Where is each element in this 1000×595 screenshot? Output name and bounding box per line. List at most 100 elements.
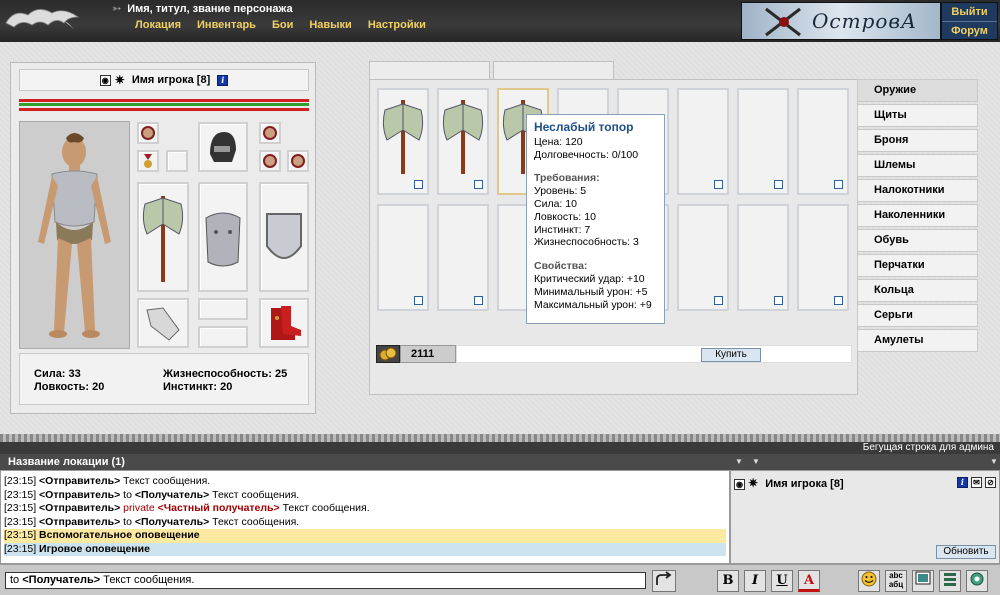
slot-shield[interactable] [259, 182, 309, 292]
list-icon[interactable] [939, 570, 961, 592]
sender[interactable]: <Отправитель> [39, 489, 120, 501]
bold-button[interactable]: B [717, 570, 739, 592]
input-to-word: to [10, 574, 23, 586]
slot-boots[interactable] [259, 298, 309, 348]
shop-tab-2[interactable] [493, 61, 614, 79]
category-weapons[interactable]: Оружие [857, 79, 978, 102]
input-receiver: <Получатель> [22, 574, 101, 586]
slot-ring-1[interactable] [137, 122, 159, 144]
mp-bar [19, 103, 309, 106]
info-icon[interactable]: i [217, 74, 229, 86]
select-checkbox[interactable] [474, 180, 483, 189]
eye-icon[interactable]: ◉ [99, 74, 111, 86]
info-icon[interactable]: i [956, 477, 968, 488]
character-title-text: Имя, титул, звание персонажа [127, 3, 293, 15]
select-checkbox[interactable] [714, 180, 723, 189]
nav-settings[interactable]: Настройки [368, 19, 426, 31]
nav-skills[interactable]: Навыки [309, 19, 352, 31]
settings-gear-icon[interactable] [966, 570, 988, 592]
slot-ring-2[interactable] [259, 122, 281, 144]
window-icon[interactable] [912, 570, 934, 592]
category-boots[interactable]: Обувь [857, 229, 978, 252]
chevron-down-icon[interactable]: ▼ [752, 457, 760, 466]
gloves-icon [146, 307, 180, 341]
select-checkbox[interactable] [774, 180, 783, 189]
sender[interactable]: <Отправитель> [39, 516, 120, 528]
category-armor[interactable]: Броня [857, 129, 978, 152]
nav-battles[interactable]: Бои [272, 19, 293, 31]
chevron-down-icon[interactable]: ▼ [990, 457, 998, 466]
underline-button[interactable]: U [771, 570, 793, 592]
sender[interactable]: <Отправитель> [39, 502, 120, 514]
select-checkbox[interactable] [474, 296, 483, 305]
tooltip-prop-max: Максимальный урон: +9 [534, 298, 652, 311]
category-gloves[interactable]: Перчатки [857, 254, 978, 277]
chat-input[interactable]: to <Получатель> Текст сообщения. [5, 572, 646, 589]
timestamp: [23:15] [4, 502, 37, 514]
slot-ring-4[interactable] [287, 150, 309, 172]
select-checkbox[interactable] [774, 296, 783, 305]
sender[interactable]: <Отправитель> [39, 475, 120, 487]
ignore-icon[interactable]: ⊘ [985, 477, 996, 488]
item-slot[interactable] [737, 204, 789, 311]
slot-helmet[interactable] [198, 122, 248, 172]
slot-gloves[interactable] [137, 298, 189, 348]
category-rings[interactable]: Кольца [857, 279, 978, 302]
item-slot[interactable] [377, 88, 429, 195]
select-checkbox[interactable] [834, 296, 843, 305]
color-button[interactable]: A [798, 570, 820, 592]
receiver[interactable]: <Получатель> [135, 516, 209, 528]
chevron-down-icon[interactable]: ▼ [735, 457, 743, 466]
smiley-icon[interactable] [858, 570, 880, 592]
slot-belt[interactable] [198, 298, 248, 320]
category-earrings[interactable]: Серьги [857, 304, 978, 327]
game-logo[interactable]: ОстровА [741, 2, 941, 40]
slot-empty-small[interactable] [166, 150, 188, 172]
location-bar: Название локации (1) [0, 454, 730, 470]
select-checkbox[interactable] [414, 296, 423, 305]
item-slot[interactable] [797, 204, 849, 311]
stat-instinct: Инстинкт: 20 [163, 381, 233, 393]
item-slot[interactable] [797, 88, 849, 195]
private-receiver[interactable]: <Частный получатель> [158, 502, 280, 514]
slot-ring-3[interactable] [259, 150, 281, 172]
translit-icon[interactable]: abc абц [885, 570, 907, 592]
input-text: Текст сообщения. [100, 574, 195, 586]
item-slot[interactable] [677, 88, 729, 195]
dragon-logo-icon [5, 9, 80, 29]
item-slot[interactable] [377, 204, 429, 311]
axe-icon [442, 100, 484, 174]
category-shields[interactable]: Щиты [857, 104, 978, 127]
private-chat-icon[interactable]: ✉ [970, 477, 982, 488]
category-amulets[interactable]: Амулеты [857, 329, 978, 352]
exit-link[interactable]: Выйти [942, 3, 997, 21]
item-slot[interactable] [737, 88, 789, 195]
shop-tab-1[interactable] [369, 61, 490, 79]
item-slot[interactable] [437, 204, 489, 311]
category-elbow-guards[interactable]: Налокотники [857, 179, 978, 202]
select-checkbox[interactable] [714, 296, 723, 305]
slot-armor[interactable] [198, 182, 248, 292]
item-slot[interactable] [437, 88, 489, 195]
item-slot[interactable] [677, 204, 729, 311]
tooltip-prop-crit: Критический удар: +10 [534, 272, 645, 285]
chat-divider[interactable] [0, 434, 1000, 442]
italic-button[interactable]: I [744, 570, 766, 592]
refresh-button[interactable]: Обновить [936, 545, 996, 559]
slot-pants[interactable] [198, 326, 248, 348]
user-list-item[interactable]: ◉ ✷ Имя игрока [8] i ✉ ⊘ [734, 476, 996, 490]
send-icon[interactable] [652, 570, 676, 592]
eye-icon[interactable]: ◉ [734, 479, 745, 490]
slot-amulet[interactable] [137, 150, 159, 172]
receiver[interactable]: <Получатель> [135, 489, 209, 501]
forum-link[interactable]: Форум [942, 21, 997, 39]
user-name[interactable]: Имя игрока [8] [765, 478, 843, 490]
buy-button[interactable]: Купить [701, 348, 761, 362]
nav-location[interactable]: Локация [135, 19, 181, 31]
select-checkbox[interactable] [834, 180, 843, 189]
select-checkbox[interactable] [414, 180, 423, 189]
category-knee-guards[interactable]: Наколенники [857, 204, 978, 227]
category-helmets[interactable]: Шлемы [857, 154, 978, 177]
slot-weapon[interactable] [137, 182, 189, 292]
nav-inventory[interactable]: Инвентарь [197, 19, 256, 31]
